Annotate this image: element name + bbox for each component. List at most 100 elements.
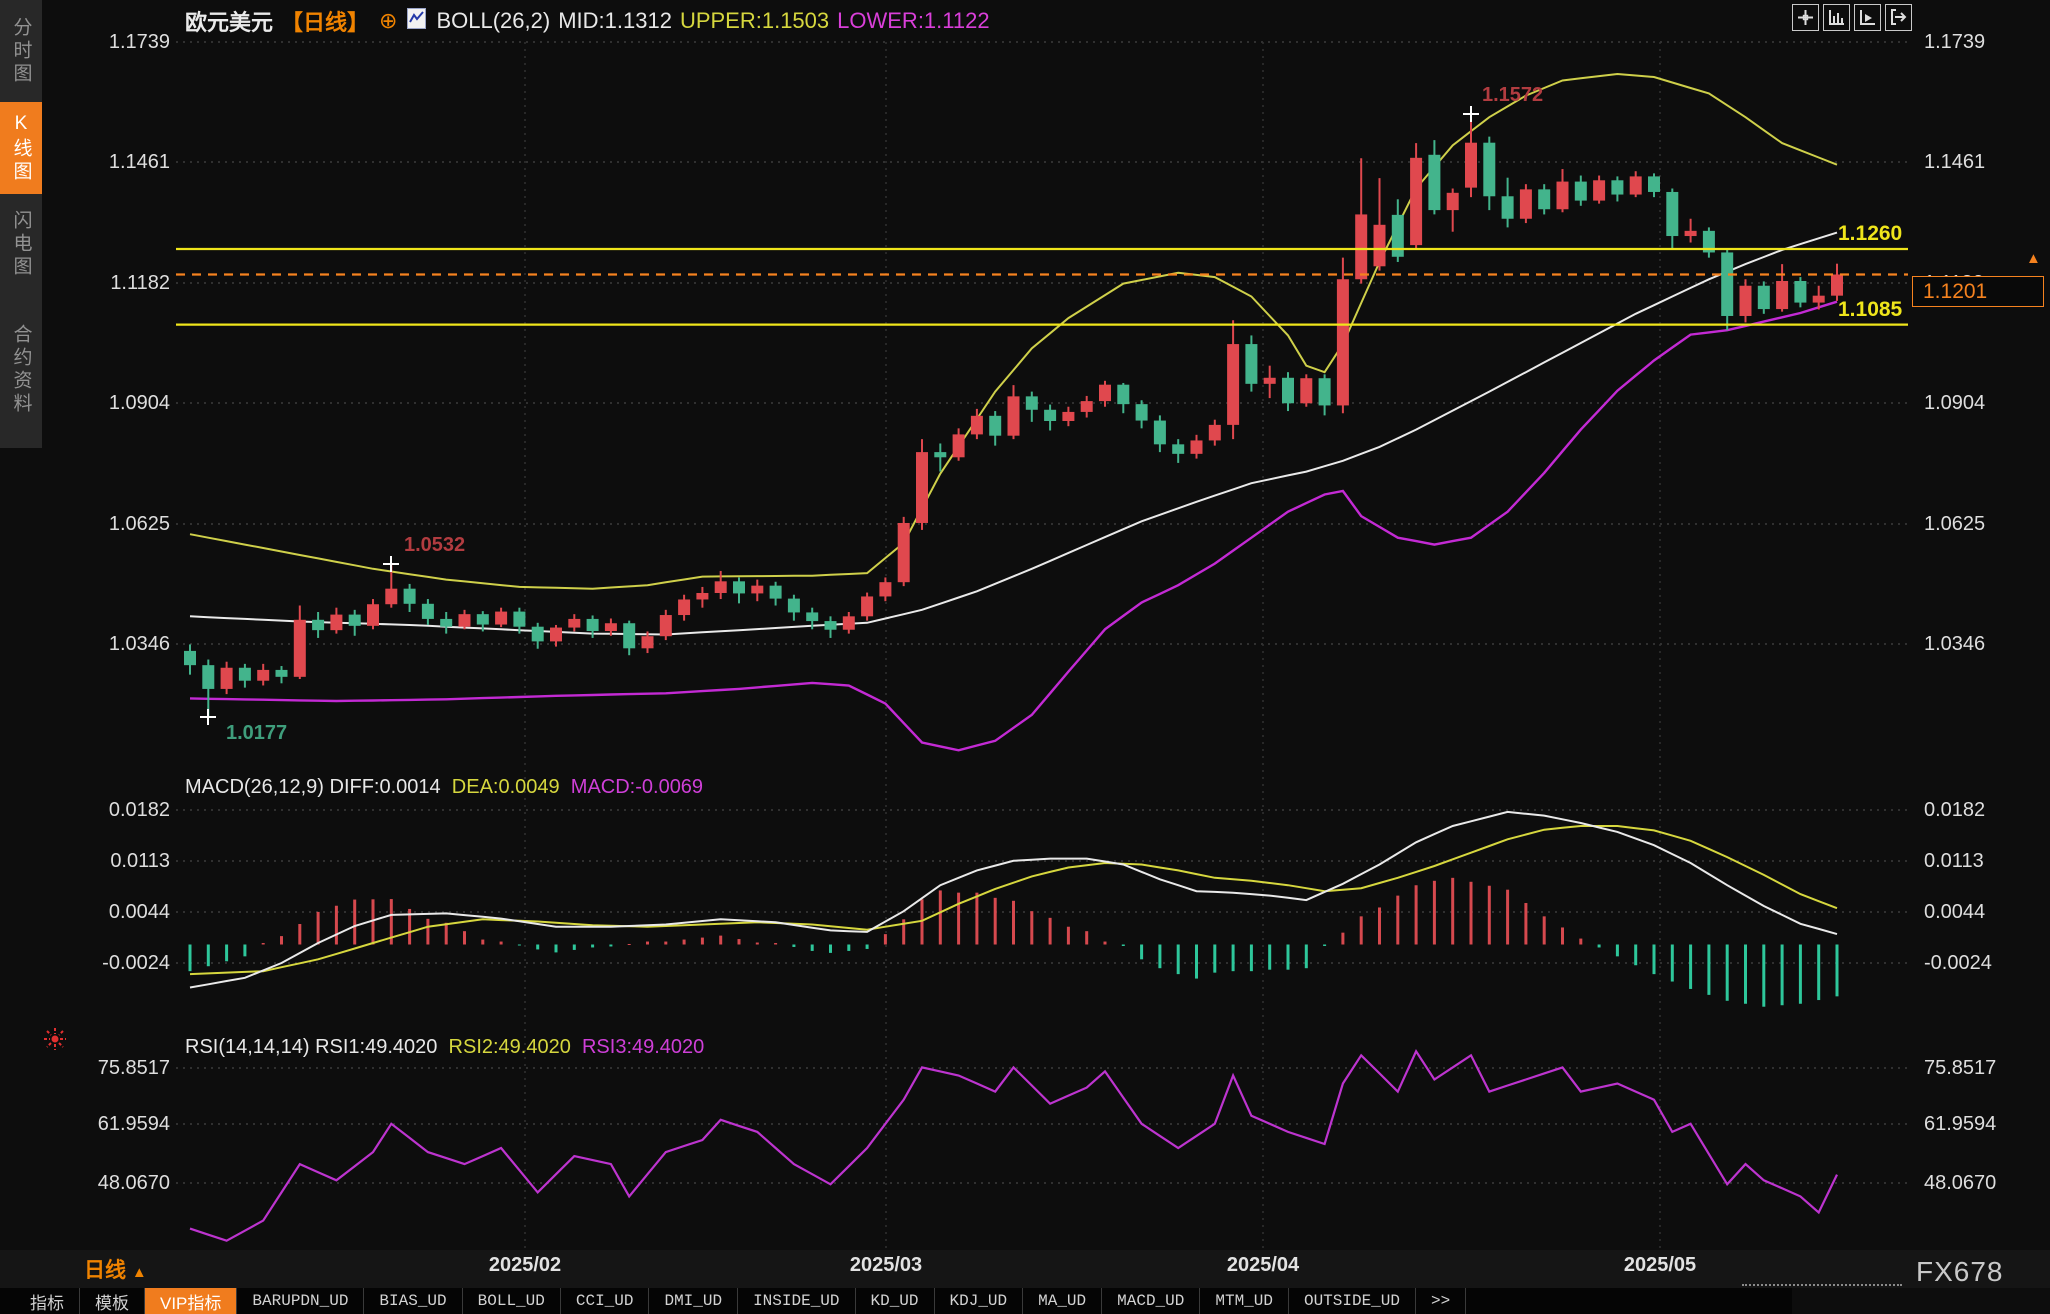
macd-diff-line — [190, 812, 1837, 988]
axis-tick-label: 1.0346 — [40, 632, 170, 656]
macd-hist-bar — [1707, 945, 1710, 995]
axis-tick-label: 0.0182 — [40, 798, 170, 822]
macd-hist-bar — [1598, 945, 1601, 948]
macd-hist-bar — [518, 945, 521, 946]
sidebar-item-contract-info[interactable]: 合约资料 — [0, 308, 42, 432]
candle-body — [184, 651, 196, 665]
candle-body — [221, 668, 233, 689]
macd-hist-bar — [719, 936, 722, 945]
macd-hist-bar — [738, 939, 741, 944]
macd-hist-bar — [207, 945, 210, 967]
candle-body — [239, 668, 251, 681]
tab-templates[interactable]: 模板 — [80, 1288, 145, 1314]
candle-body — [1337, 279, 1349, 405]
macd-hist-bar — [774, 943, 777, 944]
axis-scale-icon[interactable] — [1823, 4, 1850, 31]
chart-header: 欧元美元 【日线】 ⊕ BOLL(26,2) MID:1.1312 UPPER:… — [185, 6, 990, 36]
candle-body — [843, 616, 855, 629]
macd-hist-bar — [1689, 945, 1692, 989]
macd-hist-bar — [609, 945, 612, 947]
period-selector[interactable]: 日线 ▲ — [84, 1254, 147, 1284]
boll-lower-label: LOWER:1.1122 — [837, 8, 989, 34]
tab-barupdn-ud[interactable]: BARUPDN_UD — [237, 1288, 364, 1314]
tab-ma-ud[interactable]: MA_UD — [1023, 1288, 1102, 1314]
tab-mtm-ud[interactable]: MTM_UD — [1200, 1288, 1289, 1314]
candle-body — [202, 665, 214, 689]
candle-body — [257, 670, 269, 681]
price-up-arrow-icon: ▲ — [2026, 250, 2041, 267]
candle-body — [1794, 281, 1806, 303]
tab-inside-ud[interactable]: INSIDE_UD — [738, 1288, 855, 1314]
candle-body — [989, 416, 1001, 436]
rsi1-label: RSI1:49.4020 — [315, 1036, 437, 1058]
candle-body — [623, 623, 635, 648]
sidebar-item-candlestick-chart[interactable]: K线图 — [0, 102, 42, 194]
macd-hist-bar — [1616, 945, 1619, 957]
playback-icon[interactable] — [1854, 4, 1881, 31]
tab-indicators[interactable]: 指标 — [0, 1288, 80, 1314]
x-tick-2025-02: 2025/02 — [455, 1254, 595, 1277]
macd-diff-label: DIFF:0.0014 — [330, 776, 441, 798]
candle-body — [440, 619, 452, 627]
macd-hist-bar — [1030, 911, 1033, 944]
tab-cci-ud[interactable]: CCI_UD — [561, 1288, 650, 1314]
tab-dmi-ud[interactable]: DMI_UD — [649, 1288, 738, 1314]
macd-hist-bar — [1488, 886, 1491, 945]
axis-tick-label: 1.0625 — [40, 512, 170, 536]
macd-dea-label: DEA:0.0049 — [452, 776, 560, 798]
candle-body — [587, 619, 599, 631]
macd-hist-bar — [1250, 945, 1253, 972]
tab-more[interactable]: >> — [1416, 1288, 1466, 1314]
candle-body — [1154, 421, 1166, 445]
current-price-box: 1.1201 — [1912, 276, 2044, 307]
sidebar-item-flash-chart[interactable]: 闪电图 — [0, 198, 42, 290]
macd-hist-bar — [664, 942, 667, 945]
sidebar-item-timeline-chart[interactable]: 分时图 — [0, 4, 42, 98]
macd-hist-bar — [756, 943, 759, 945]
candle-body — [1721, 252, 1733, 316]
candle-body — [276, 670, 288, 677]
candle-body — [422, 604, 434, 619]
rsi-line — [190, 1051, 1837, 1240]
candle-body — [404, 589, 416, 604]
pan-crosshair-icon[interactable] — [1792, 4, 1819, 31]
macd-hist-bar — [426, 919, 429, 945]
tab-outside-ud[interactable]: OUTSIDE_UD — [1289, 1288, 1416, 1314]
boll-band — [190, 74, 1837, 589]
macd-hist-bar — [994, 898, 997, 945]
macd-hist-bar — [1744, 945, 1747, 1004]
line-chart-icon[interactable] — [407, 8, 426, 35]
tab-macd-ud[interactable]: MACD_UD — [1102, 1288, 1200, 1314]
candle-body — [513, 612, 525, 627]
candle-body — [916, 452, 928, 523]
candle-body — [733, 581, 745, 593]
tab-boll-ud[interactable]: BOLL_UD — [463, 1288, 561, 1314]
macd-hist-bar — [847, 945, 850, 951]
macd-hist-bar — [335, 906, 338, 945]
exit-chart-icon[interactable] — [1885, 4, 1912, 31]
chart-canvas[interactable] — [0, 0, 2050, 1314]
macd-legend: MACD(26,12,9) DIFF:0.0014 DEA:0.0049 MAC… — [185, 776, 703, 799]
axis-tick-label: 1.0625 — [1924, 512, 2050, 536]
tab-vip-indicators[interactable]: VIP指标 — [145, 1288, 237, 1314]
candle-body — [953, 434, 965, 457]
tab-kd-ud[interactable]: KD_UD — [856, 1288, 935, 1314]
macd-hist-bar — [1561, 927, 1564, 944]
macd-hist-bar — [884, 934, 887, 944]
macd-hist-bar — [1067, 927, 1070, 945]
axis-tick-label: 1.1739 — [1924, 30, 2050, 54]
macd-hist-bar — [792, 945, 795, 947]
tab-kdj-ud[interactable]: KDJ_UD — [935, 1288, 1024, 1314]
macd-hist-bar — [372, 899, 375, 944]
axis-tick-label: 1.0346 — [1924, 632, 2050, 656]
macd-hist-bar — [1451, 878, 1454, 945]
macd-hist-bar — [1341, 933, 1344, 945]
candle-body — [1593, 180, 1605, 200]
red-beacon-icon[interactable] — [42, 1026, 68, 1057]
macd-hist-bar — [1506, 890, 1509, 945]
tab-bias-ud[interactable]: BIAS_UD — [364, 1288, 462, 1314]
circle-plus-icon[interactable]: ⊕ — [379, 8, 397, 34]
candle-body — [715, 581, 727, 593]
macd-hist-bar — [1799, 945, 1802, 1004]
candle-body — [971, 416, 983, 435]
